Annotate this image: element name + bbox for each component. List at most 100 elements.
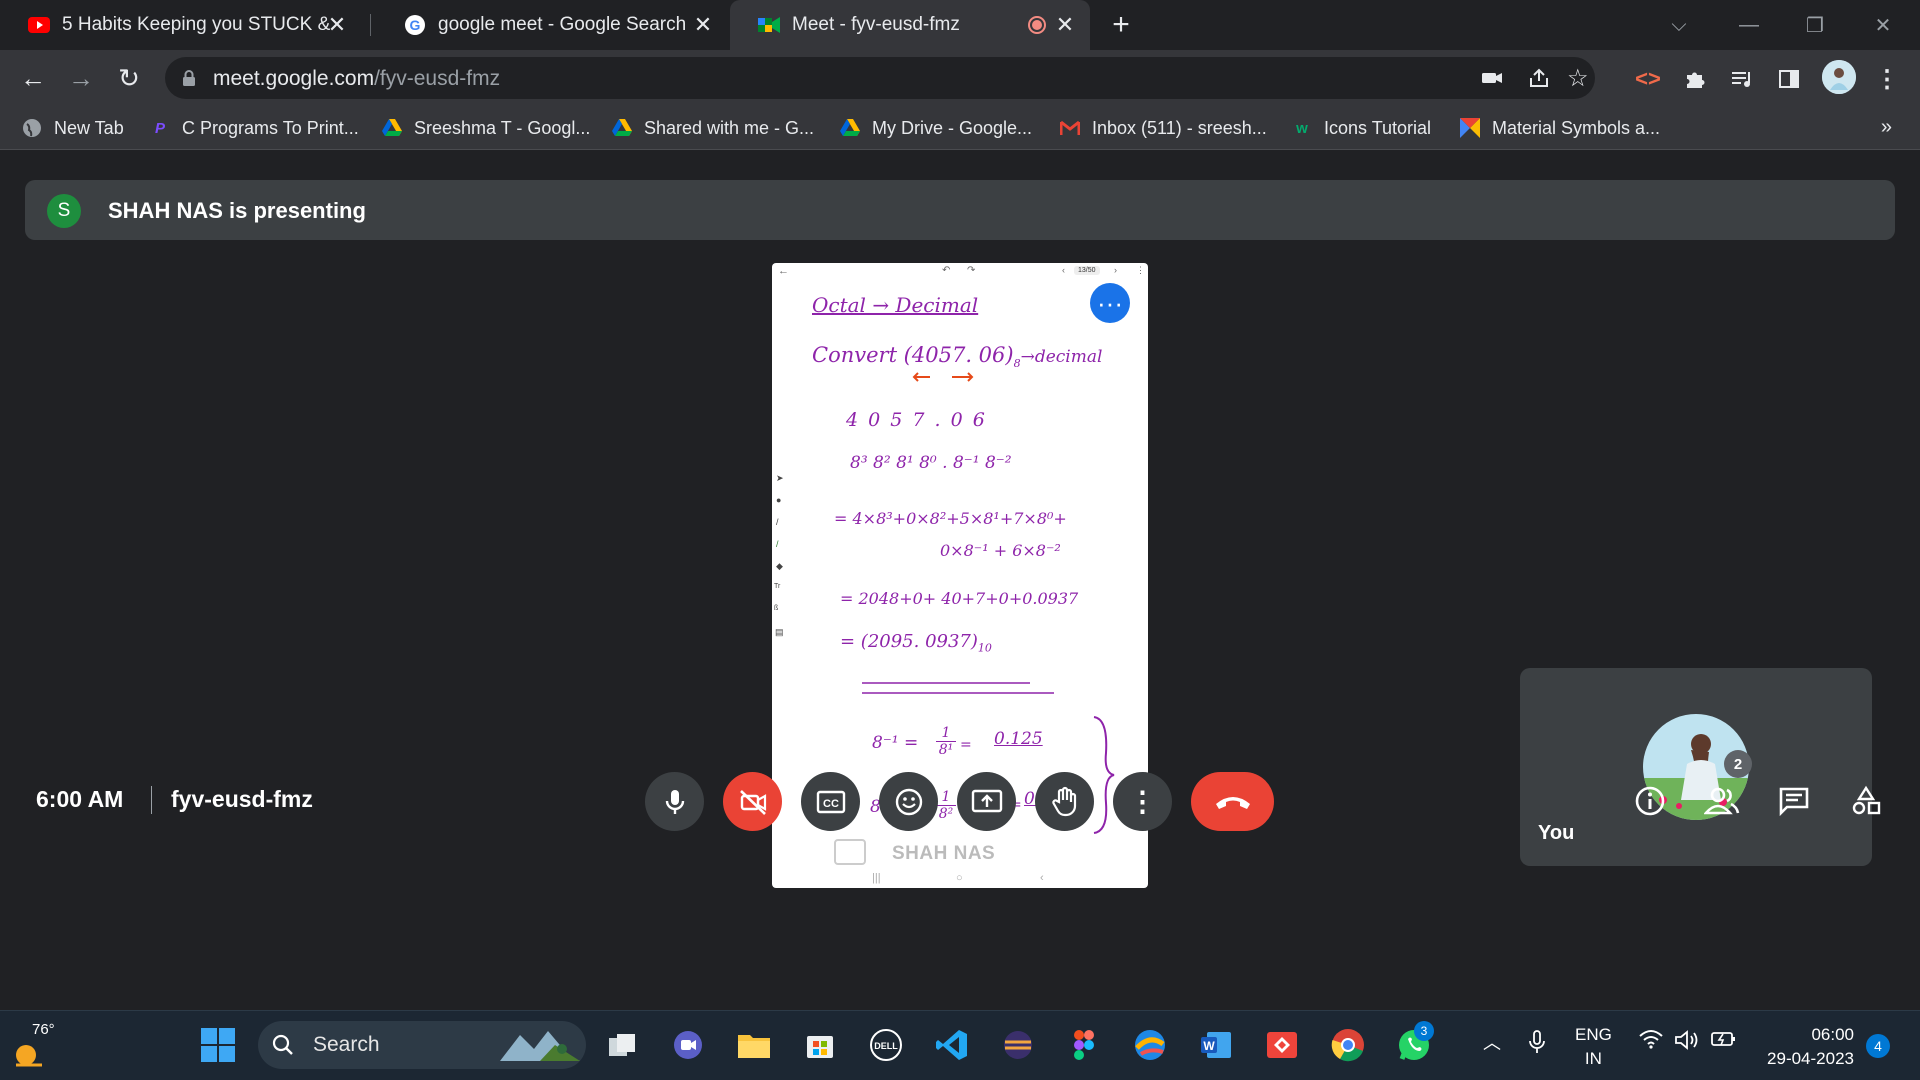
browser-menu-icon[interactable]: ⋮ bbox=[1872, 64, 1902, 94]
whatsapp-icon[interactable]: 3 bbox=[1394, 1021, 1434, 1065]
people-button[interactable] bbox=[1699, 778, 1745, 824]
profile-avatar[interactable] bbox=[1822, 60, 1856, 94]
extensions-puzzle-icon[interactable] bbox=[1680, 64, 1710, 94]
close-window-button[interactable]: ✕ bbox=[1858, 8, 1908, 42]
meeting-time: 6:00 AM bbox=[36, 786, 124, 812]
extension-code-icon[interactable]: <> bbox=[1633, 64, 1663, 94]
show-hidden-icons-button[interactable]: ︿ bbox=[1480, 1029, 1504, 1055]
captions-button[interactable]: CC bbox=[801, 772, 860, 831]
word-icon[interactable]: W bbox=[1196, 1025, 1236, 1065]
bookmark-label: Material Symbols a... bbox=[1492, 117, 1661, 138]
presenter-avatar: S bbox=[47, 194, 81, 228]
lock-icon[interactable] bbox=[181, 69, 197, 87]
anydesk-icon[interactable] bbox=[1262, 1025, 1302, 1065]
weather-widget[interactable]: 76° bbox=[12, 1019, 64, 1071]
close-tab-icon[interactable]: ✕ bbox=[324, 12, 350, 38]
page-indicator: 13/50 bbox=[1074, 266, 1100, 275]
app-ring-icon[interactable] bbox=[998, 1025, 1038, 1065]
highlighter-icon: / bbox=[776, 539, 779, 549]
close-tab-icon[interactable]: ✕ bbox=[690, 12, 716, 38]
hangup-icon bbox=[1215, 796, 1250, 809]
activities-button[interactable] bbox=[1843, 778, 1889, 824]
meeting-code: fyv-eusd-fmz bbox=[171, 786, 313, 812]
divider bbox=[151, 786, 152, 814]
prev-page-icon: ‹ bbox=[1062, 265, 1065, 275]
raise-hand-button[interactable] bbox=[1035, 772, 1094, 831]
forward-button[interactable]: → bbox=[65, 62, 97, 94]
note-power2-frac: 1 8² bbox=[936, 789, 956, 822]
tab-search-icon[interactable]: ⌵ bbox=[1654, 8, 1704, 42]
wifi-icon[interactable] bbox=[1638, 1029, 1664, 1049]
bookmark-c-programs[interactable]: P C Programs To Print... bbox=[150, 114, 359, 142]
task-view-icon[interactable] bbox=[602, 1025, 642, 1065]
bookmark-icons-tutorial[interactable]: w Icons Tutorial bbox=[1292, 114, 1431, 142]
self-name-label: You bbox=[1538, 822, 1575, 844]
file-explorer-icon[interactable] bbox=[734, 1025, 774, 1065]
note-expand-line1: = 4×8³+0×8²+5×8¹+7×8⁰+ bbox=[834, 509, 1067, 528]
bookmark-inbox[interactable]: Inbox (511) - sreesh... bbox=[1060, 114, 1267, 142]
tab-meet[interactable]: Meet - fyv-eusd-fmz ✕ bbox=[730, 0, 1090, 50]
back-button[interactable]: ← bbox=[17, 62, 49, 94]
bookmarks-overflow-button[interactable]: » bbox=[1881, 116, 1892, 139]
input-language[interactable]: ENG IN bbox=[1575, 1023, 1612, 1071]
meeting-details-button[interactable] bbox=[1627, 778, 1673, 824]
minimize-button[interactable]: — bbox=[1724, 8, 1774, 42]
tab-google-search[interactable]: G google meet - Google Search ✕ bbox=[376, 0, 728, 50]
notification-badge[interactable]: 4 bbox=[1866, 1034, 1890, 1058]
microphone-icon bbox=[665, 789, 684, 814]
bookmark-sreeshma-drive[interactable]: Sreeshma T - Googl... bbox=[382, 114, 590, 142]
taskbar-search[interactable]: Search bbox=[258, 1021, 586, 1069]
bookmark-label: C Programs To Print... bbox=[182, 117, 359, 138]
restore-button[interactable]: ❐ bbox=[1790, 8, 1840, 42]
reload-button[interactable]: ↻ bbox=[113, 62, 145, 94]
bookmark-new-tab[interactable]: New Tab bbox=[22, 114, 124, 142]
windows-taskbar: 76° Search DELL W 3 ︿ ENG IN 06:00 29-04-2… bbox=[0, 1010, 1920, 1080]
volume-icon[interactable] bbox=[1674, 1029, 1700, 1051]
taskbar-clock[interactable]: 06:00 29-04-2023 bbox=[1758, 1023, 1854, 1071]
dell-icon[interactable]: DELL bbox=[866, 1025, 906, 1065]
microphone-tray-icon[interactable] bbox=[1525, 1029, 1549, 1055]
media-control-icon[interactable] bbox=[1727, 64, 1757, 94]
more-options-icon[interactable]: ··· bbox=[1090, 283, 1130, 323]
microphone-button[interactable] bbox=[645, 772, 704, 831]
chat-icon bbox=[1779, 787, 1809, 816]
vscode-icon[interactable] bbox=[932, 1025, 972, 1065]
temperature: 76° bbox=[32, 1021, 55, 1038]
start-button[interactable] bbox=[200, 1027, 236, 1063]
svg-text:W: W bbox=[1203, 1039, 1215, 1053]
recording-icon bbox=[1028, 16, 1046, 34]
bookmark-star-icon[interactable]: ☆ bbox=[1567, 64, 1589, 93]
bookmark-my-drive[interactable]: My Drive - Google... bbox=[840, 114, 1032, 142]
more-options-button[interactable]: ⋮ bbox=[1113, 772, 1172, 831]
material-icon bbox=[1460, 118, 1480, 138]
self-video-tile[interactable]: You bbox=[1520, 668, 1872, 866]
redo-icon: ↷ bbox=[967, 265, 976, 276]
browser-app-icon[interactable] bbox=[1130, 1025, 1170, 1065]
note-power1-left: 8⁻¹ = bbox=[872, 733, 919, 753]
bookmark-material-symbols[interactable]: Material Symbols a... bbox=[1460, 114, 1660, 142]
chat-button[interactable] bbox=[1771, 778, 1817, 824]
leave-call-button[interactable] bbox=[1191, 772, 1274, 831]
reactions-button[interactable] bbox=[879, 772, 938, 831]
eraser-icon: ◆ bbox=[776, 561, 783, 571]
battery-icon[interactable] bbox=[1710, 1029, 1738, 1049]
figma-icon[interactable] bbox=[1064, 1025, 1104, 1065]
note-sum: = 2048+0+ 40+7+0+0.0937 bbox=[840, 589, 1079, 608]
chrome-icon[interactable] bbox=[1328, 1025, 1368, 1065]
camera-off-button[interactable] bbox=[723, 772, 782, 831]
new-tab-button[interactable]: + bbox=[1105, 8, 1137, 41]
side-panel-icon[interactable] bbox=[1774, 64, 1804, 94]
share-icon[interactable] bbox=[1527, 66, 1551, 95]
camera-indicator-icon[interactable] bbox=[1480, 66, 1504, 95]
teams-chat-icon[interactable] bbox=[668, 1025, 708, 1065]
next-page-icon: › bbox=[1114, 265, 1117, 275]
svg-text:CC: CC bbox=[823, 798, 839, 810]
address-bar[interactable]: meet.google.com/fyv-eusd-fmz ☆ bbox=[165, 57, 1595, 99]
microsoft-store-icon[interactable] bbox=[800, 1025, 840, 1065]
bookmark-p-icon: P bbox=[154, 119, 165, 137]
undo-icon: ↶ bbox=[942, 265, 951, 276]
close-tab-icon[interactable]: ✕ bbox=[1052, 12, 1078, 38]
tab-youtube[interactable]: 5 Habits Keeping you STUCK & 5 ✕ bbox=[0, 0, 362, 50]
bookmark-shared-with-me[interactable]: Shared with me - G... bbox=[612, 114, 814, 142]
present-screen-button[interactable] bbox=[957, 772, 1016, 831]
